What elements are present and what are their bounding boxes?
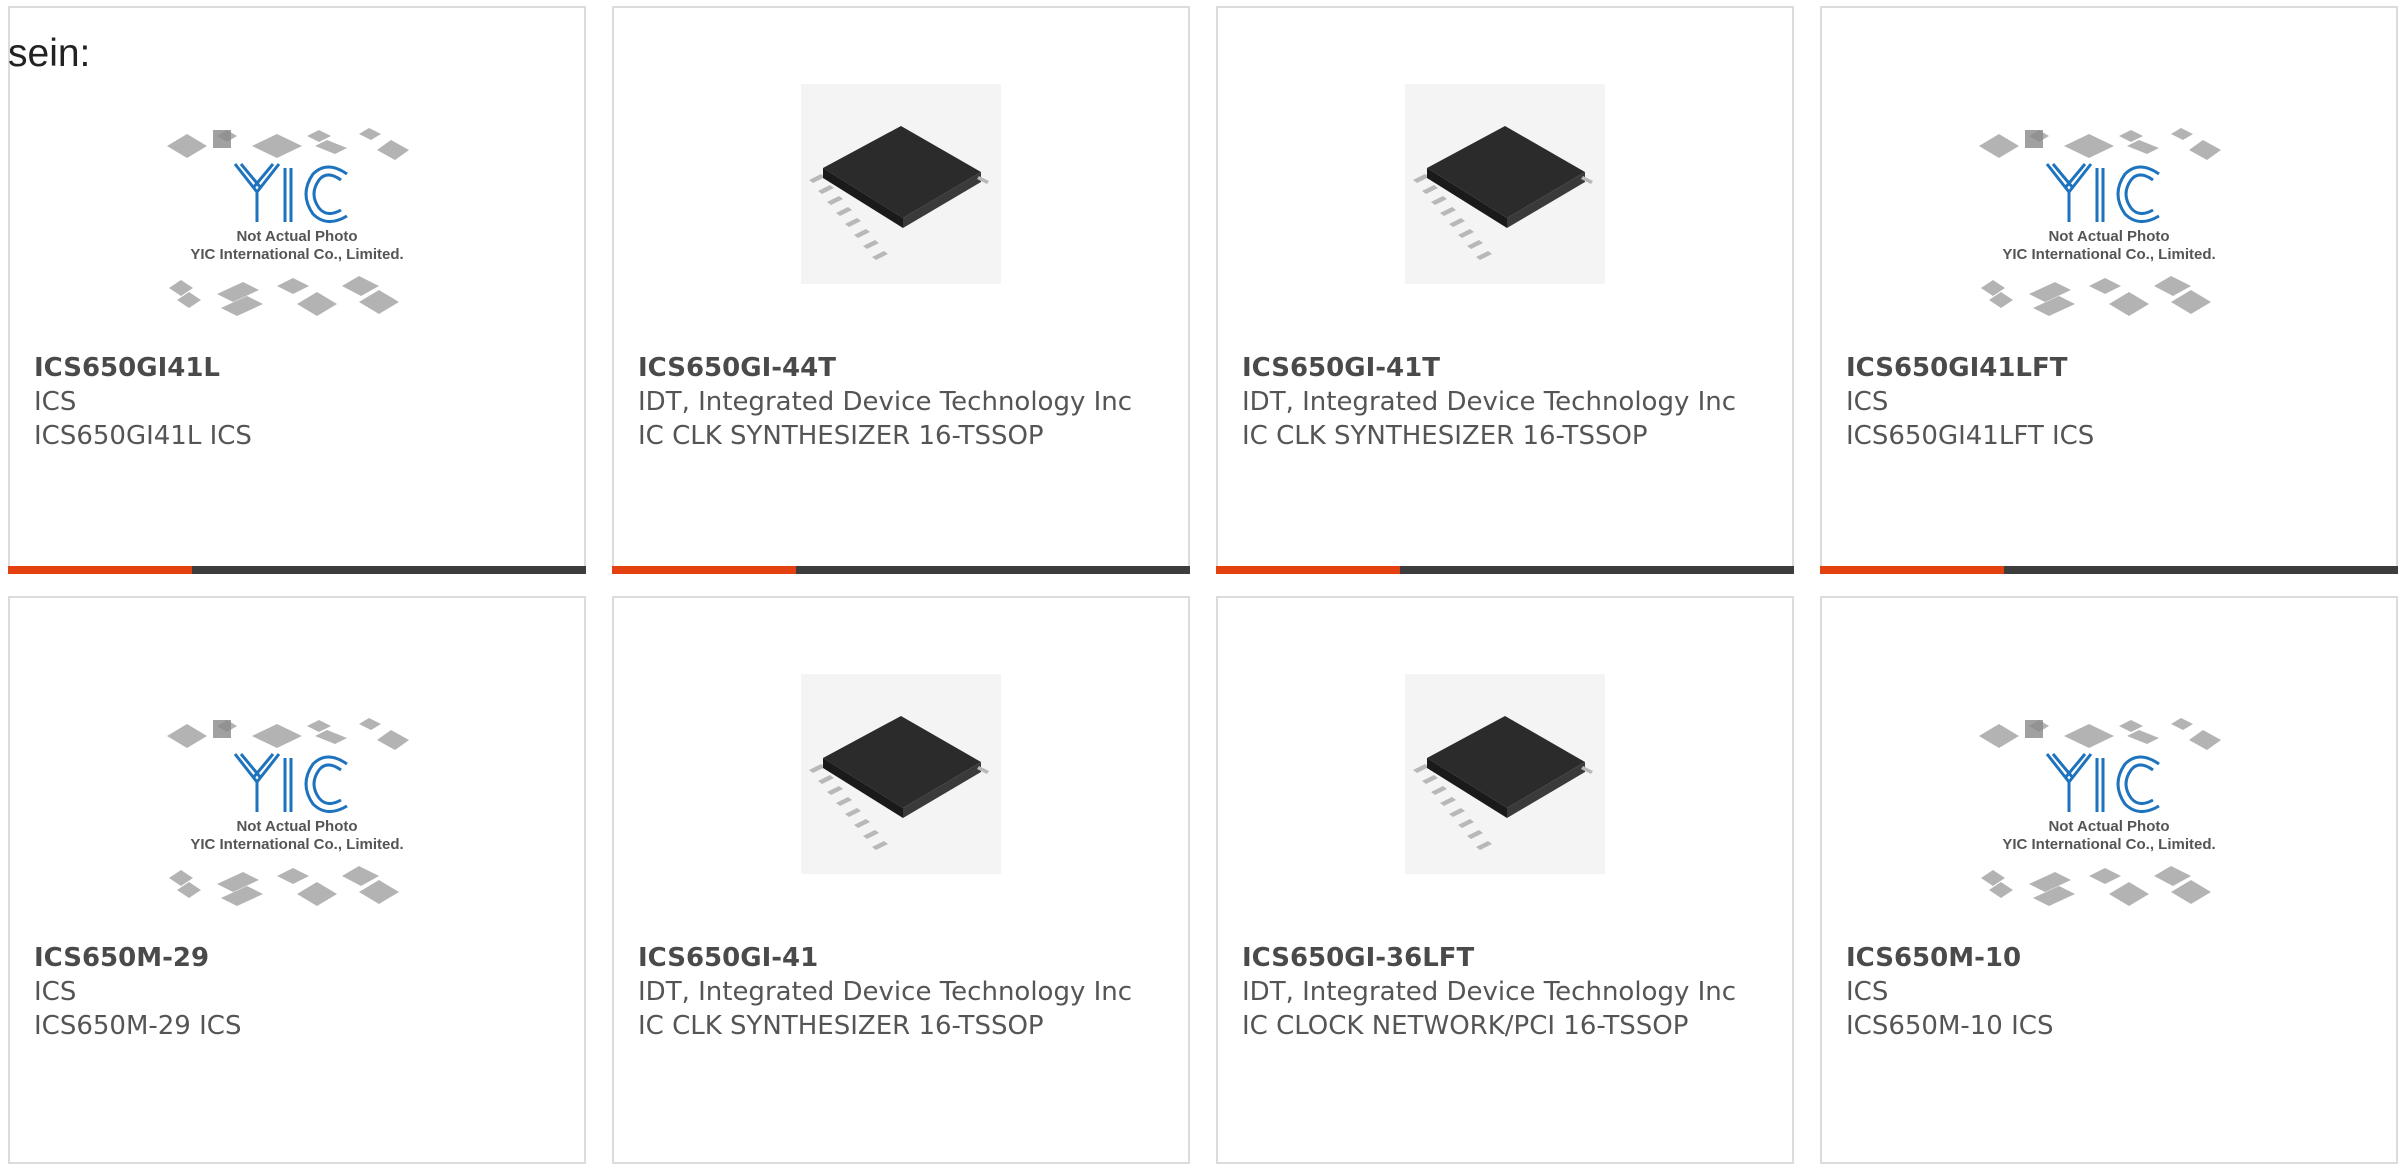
card-accent-bar bbox=[8, 566, 192, 574]
product-card[interactable]: ICS650GI-41T IDT, Integrated Device Tech… bbox=[1216, 6, 1794, 574]
part-number[interactable]: ICS650GI41L bbox=[34, 353, 220, 383]
placeholder-caption-line2: YIC International Co., Limited. bbox=[190, 246, 403, 263]
description: ICS650GI41L ICS bbox=[34, 421, 252, 451]
product-info: ICS650GI41LFT ICS ICS650GI41LFT ICS bbox=[1846, 351, 2366, 453]
card-bottom-bar bbox=[612, 566, 1190, 574]
part-number[interactable]: ICS650GI-36LFT bbox=[1242, 943, 1474, 973]
card-accent-bar bbox=[1216, 566, 1400, 574]
chip-image bbox=[1355, 64, 1655, 344]
chip-image bbox=[751, 64, 1051, 344]
part-number[interactable]: ICS650M-10 bbox=[1846, 943, 2021, 973]
product-info: ICS650GI-36LFT IDT, Integrated Device Te… bbox=[1242, 941, 1762, 1043]
card-bottom-bar bbox=[1216, 566, 1794, 574]
description: IC CLK SYNTHESIZER 16-TSSOP bbox=[638, 421, 1044, 451]
product-card[interactable]: Not Actual Photo YIC International Co., L… bbox=[8, 6, 586, 574]
manufacturer: IDT, Integrated Device Technology Inc bbox=[638, 387, 1133, 417]
product-info: ICS650GI41L ICS ICS650GI41L ICS bbox=[34, 351, 554, 453]
description: ICS650M-10 ICS bbox=[1846, 1011, 2054, 1041]
product-card[interactable]: ICS650GI-36LFT IDT, Integrated Device Te… bbox=[1216, 596, 1794, 1164]
placeholder-caption-line1: Not Actual Photo bbox=[2048, 818, 2169, 835]
placeholder-image: Not Actual Photo YIC International Co., L… bbox=[1959, 64, 2259, 344]
description: ICS650M-29 ICS bbox=[34, 1011, 242, 1041]
product-card[interactable]: Not Actual Photo YIC International Co., L… bbox=[1820, 6, 2398, 574]
card-accent-bar bbox=[612, 566, 796, 574]
manufacturer: ICS bbox=[1846, 977, 1889, 1007]
description: ICS650GI41LFT ICS bbox=[1846, 421, 2095, 451]
manufacturer: ICS bbox=[1846, 387, 1889, 417]
product-card[interactable]: Not Actual Photo YIC International Co., L… bbox=[1820, 596, 2398, 1164]
chip-image bbox=[1355, 654, 1655, 934]
placeholder-caption-line2: YIC International Co., Limited. bbox=[2002, 246, 2215, 263]
card-bottom-bar bbox=[8, 566, 586, 574]
manufacturer: ICS bbox=[34, 387, 77, 417]
placeholder-image: Not Actual Photo YIC International Co., L… bbox=[147, 654, 447, 934]
placeholder-caption-line1: Not Actual Photo bbox=[2048, 228, 2169, 245]
manufacturer: IDT, Integrated Device Technology Inc bbox=[1242, 387, 1737, 417]
placeholder-caption-line1: Not Actual Photo bbox=[236, 228, 357, 245]
product-info: ICS650GI-41T IDT, Integrated Device Tech… bbox=[1242, 351, 1762, 453]
placeholder-image: Not Actual Photo YIC International Co., L… bbox=[1959, 654, 2259, 934]
part-number[interactable]: ICS650M-29 bbox=[34, 943, 209, 973]
part-number[interactable]: ICS650GI-41T bbox=[1242, 353, 1440, 383]
description: IC CLK SYNTHESIZER 16-TSSOP bbox=[638, 1011, 1044, 1041]
part-number[interactable]: ICS650GI41LFT bbox=[1846, 353, 2068, 383]
card-accent-bar bbox=[1820, 566, 2004, 574]
product-info: ICS650M-10 ICS ICS650M-10 ICS bbox=[1846, 941, 2366, 1043]
description: IC CLOCK NETWORK/PCI 16-TSSOP bbox=[1242, 1011, 1689, 1041]
intro-text: sein: bbox=[8, 32, 91, 75]
manufacturer: IDT, Integrated Device Technology Inc bbox=[638, 977, 1133, 1007]
product-info: ICS650GI-41 IDT, Integrated Device Techn… bbox=[638, 941, 1158, 1043]
manufacturer: ICS bbox=[34, 977, 77, 1007]
placeholder-caption-line2: YIC International Co., Limited. bbox=[2002, 836, 2215, 853]
part-number[interactable]: ICS650GI-44T bbox=[638, 353, 836, 383]
manufacturer: IDT, Integrated Device Technology Inc bbox=[1242, 977, 1737, 1007]
description: IC CLK SYNTHESIZER 16-TSSOP bbox=[1242, 421, 1648, 451]
placeholder-image: Not Actual Photo YIC International Co., L… bbox=[147, 64, 447, 344]
part-number[interactable]: ICS650GI-41 bbox=[638, 943, 818, 973]
product-card[interactable]: Not Actual Photo YIC International Co., L… bbox=[8, 596, 586, 1164]
product-info: ICS650M-29 ICS ICS650M-29 ICS bbox=[34, 941, 554, 1043]
chip-image bbox=[751, 654, 1051, 934]
placeholder-caption-line2: YIC International Co., Limited. bbox=[190, 836, 403, 853]
placeholder-caption-line1: Not Actual Photo bbox=[236, 818, 357, 835]
card-bottom-bar bbox=[1820, 566, 2398, 574]
product-card[interactable]: ICS650GI-44T IDT, Integrated Device Tech… bbox=[612, 6, 1190, 574]
product-info: ICS650GI-44T IDT, Integrated Device Tech… bbox=[638, 351, 1158, 453]
product-card[interactable]: ICS650GI-41 IDT, Integrated Device Techn… bbox=[612, 596, 1190, 1164]
